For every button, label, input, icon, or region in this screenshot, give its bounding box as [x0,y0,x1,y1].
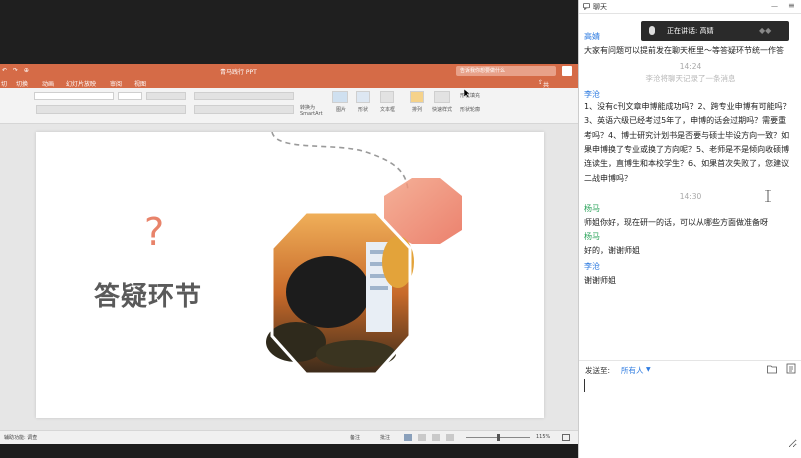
dashed-curve [271,132,409,191]
mouse-cursor-icon [464,89,470,98]
message-text: 二战申博吗？ [584,174,632,183]
chat-header: 聊天 — ≡ [579,0,801,14]
sorter-view-icon[interactable] [418,434,426,441]
chat-panel: 聊天 — ≡ 高婧 大家有问题可以提前发在聊天框里～等答疑环节统一作答 14:24 李… [578,0,801,458]
shape-fill-label[interactable]: 形状填充 [460,92,480,99]
slide[interactable]: ? 答疑环节 [36,132,544,418]
font-size-box[interactable] [118,92,142,100]
message-text: 考吗？4、博士研究计划书是否要与硕士毕设方向一致？如 [584,131,790,140]
textbox-icon[interactable] [380,91,394,103]
ppt-ribbon: 转换为 SmartArt 图片 形状 文本框 排列 快速样式 形状填充 形状轮廓 [0,88,578,124]
quick-access-icons[interactable]: ↶ ↷ ⊕ [2,67,31,74]
ppt-search-box[interactable]: 告诉我你想要做什么 [456,66,556,76]
arrange-label[interactable]: 排列 [412,106,422,113]
message-text: 连读生，直博生和本校学生？6、如果首次失败了，您建议 [584,159,790,168]
message-sender: 杨马 [584,204,600,213]
message-sender: 高婧 [584,32,600,41]
menu-item-transitions[interactable]: 切换 [16,79,28,88]
send-to-label: 发送至: [585,366,611,375]
paragraph-buttons[interactable] [194,92,294,100]
menu-item-slideshow[interactable]: 幻灯片放映 [66,79,96,88]
slideshow-view-icon[interactable] [446,434,454,441]
folder-icon[interactable] [767,364,777,374]
message-text: 3、英语六级已经考过5年了，申博的话会过期吗？需要重 [584,116,787,125]
ppt-menu-bar: 切 切换 动画 幻灯片放映 审阅 视图 ⇪ 共享 [0,78,578,98]
alignment-buttons[interactable] [194,105,294,114]
file-icon[interactable] [786,363,796,374]
microphone-icon [649,26,655,35]
chat-title: 聊天 [593,3,607,11]
notes-button[interactable]: 备注 [350,434,360,441]
font-size-buttons[interactable] [146,92,186,100]
font-name-box[interactable] [34,92,114,100]
text-cursor-icon [765,190,771,202]
powerpoint-window: ↶ ↷ ⊕ 青马践行 PPT 告诉我你想要做什么 切 切换 动画 幻灯片放映 审… [0,64,578,444]
menu-item-view[interactable]: 视图 [134,79,146,88]
picture-label[interactable]: 图片 [336,106,346,113]
chevron-down-icon[interactable]: ▼ [646,366,651,373]
message-text: 好的，谢谢师姐 [584,246,640,255]
convert-smartart-label[interactable]: 转换为 SmartArt [300,104,323,117]
speaking-indicator: 正在讲话: 高婧 ◆◆ [641,21,789,41]
accessibility-status[interactable]: 辅助功能: 调查 [4,434,37,441]
zoom-level[interactable]: 115% [536,434,550,440]
arrange-icon[interactable] [410,91,424,103]
window-control-icon[interactable] [562,66,572,76]
textbox-label[interactable]: 文本框 [380,106,395,113]
message-text: 大家有问题可以提前发在聊天框里～等答疑环节统一作答 [584,46,784,55]
slide-graphics [266,132,462,378]
presentation-area: ↶ ↷ ⊕ 青马践行 PPT 告诉我你想要做什么 切 切换 动画 幻灯片放映 审… [0,0,578,458]
text-format-buttons[interactable] [36,105,186,114]
system-notice: 李沧将聊天记录了一条消息 [645,74,736,83]
message-text: 1、没有c刊文章申博能成功吗？2、跨专业申博有可能吗？ [584,102,791,111]
chat-compose-input[interactable] [585,378,797,448]
menu-item-animations[interactable]: 动画 [42,79,54,88]
menu-icon[interactable]: ≡ [788,1,795,10]
message-text: 果申博换了专业或换了方向呢？5、老师是不是倾向收硕博 [584,145,790,154]
message-sender: 李沧 [584,262,600,271]
reading-view-icon[interactable] [432,434,440,441]
compose-divider [579,360,801,361]
text-caret [584,379,585,392]
shape-icon[interactable] [356,91,370,103]
photo-hexagon [266,210,414,378]
speaking-text: 正在讲话: 高婧 [667,27,714,35]
ppt-title-bar: ↶ ↷ ⊕ 青马践行 PPT 告诉我你想要做什么 [0,64,578,78]
message-text: 师姐你好，现在研一的话，可以从哪些方面做准备呀 [584,218,768,227]
fit-window-icon[interactable] [562,434,570,441]
bottom-dark-bar [0,444,578,458]
screen: ↶ ↷ ⊕ 青马践行 PPT 告诉我你想要做什么 切 切换 动画 幻灯片放映 审… [0,0,801,458]
normal-view-icon[interactable] [404,434,412,441]
message-text: 谢谢师姐 [584,276,616,285]
share-button[interactable]: ⇪ 共享 [538,79,549,98]
comments-button[interactable]: 批注 [380,434,390,441]
dark-top-strip [0,0,578,64]
quickstyle-icon[interactable] [434,91,450,103]
message-sender: 杨马 [584,232,600,241]
minimize-icon[interactable]: — [771,2,778,10]
shape-label[interactable]: 形状 [358,106,368,113]
quickstyle-label[interactable]: 快速样式 [432,106,452,113]
zoom-slider-thumb[interactable] [497,434,500,441]
ppt-status-bar: 辅助功能: 调查 备注 批注 115% [0,430,578,444]
menu-item-review[interactable]: 审阅 [110,79,122,88]
audio-wave-icon: ◆◆ [759,26,772,35]
shape-outline-label[interactable]: 形状轮廓 [460,106,480,113]
send-to-dropdown[interactable]: 所有人 [621,365,644,376]
document-title: 青马践行 PPT [220,69,257,76]
menu-item-cut[interactable]: 切 [1,79,7,88]
chat-bubble-icon [583,3,590,10]
picture-icon[interactable] [332,91,348,103]
